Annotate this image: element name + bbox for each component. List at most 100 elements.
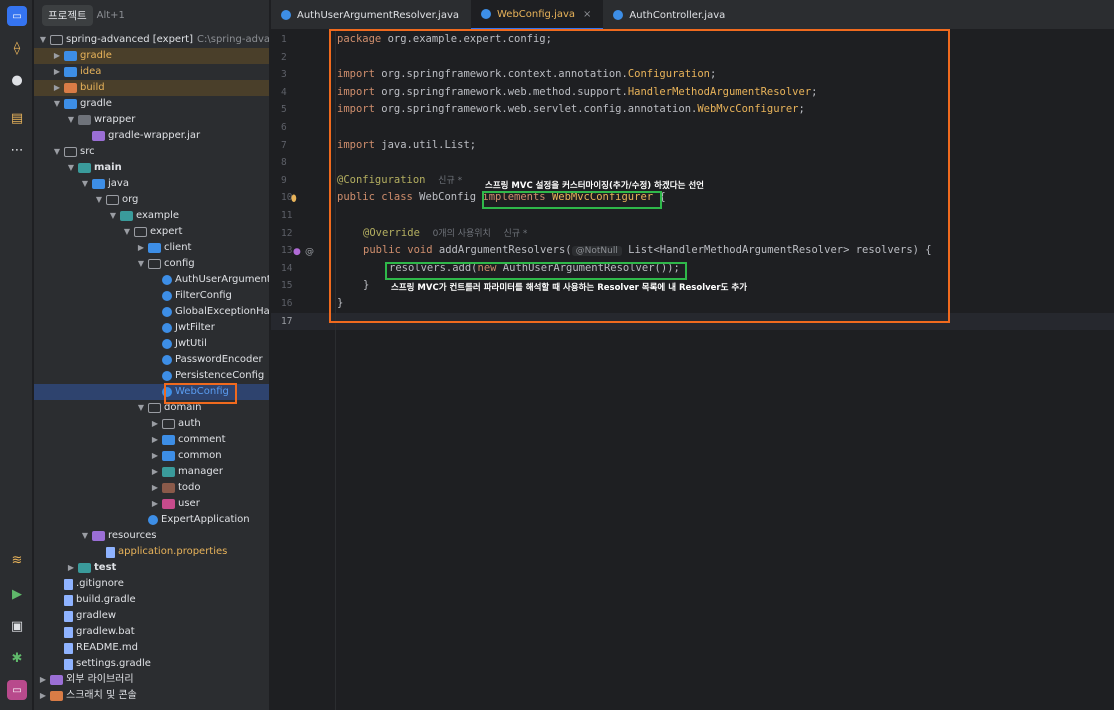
tree-item[interactable]: JwtFilter [34, 320, 269, 336]
tree-item[interactable]: application.properties [34, 544, 269, 560]
tree-item[interactable]: README.md [34, 640, 269, 656]
chevron-down-icon[interactable]: ▼ [38, 32, 48, 48]
tree-item[interactable]: ▼ wrapper [34, 112, 269, 128]
chevron-right-icon[interactable]: ▶ [38, 688, 48, 704]
tree-item[interactable]: settings.gradle [34, 656, 269, 672]
class-icon [281, 10, 291, 20]
chevron-down-icon[interactable]: ▼ [52, 144, 62, 160]
tree-item[interactable]: ▶ 스크래치 및 콘솔 [34, 688, 269, 704]
line-number: 17 [281, 315, 293, 327]
chevron-right-icon[interactable]: ▶ [150, 416, 160, 432]
services-icon[interactable]: ✱ [7, 648, 27, 668]
tree-item[interactable]: AuthUserArgumentR [34, 272, 269, 288]
chevron-down-icon[interactable]: ▼ [122, 224, 132, 240]
tree-item[interactable]: ▼ spring-advanced [expert]C:\spring-advan… [34, 32, 269, 48]
chevron-down-icon[interactable]: ▼ [52, 96, 62, 112]
tree-item[interactable]: ▶ auth [34, 416, 269, 432]
tree-item[interactable]: ▶ todo [34, 480, 269, 496]
tree-item[interactable]: ▶ client [34, 240, 269, 256]
chevron-right-icon[interactable]: ▶ [52, 80, 62, 96]
tree-item[interactable]: ▼ expert [34, 224, 269, 240]
chevron-right-icon[interactable]: ▶ [150, 480, 160, 496]
tree-item[interactable]: build.gradle [34, 592, 269, 608]
database-icon[interactable]: ≋ [7, 550, 27, 570]
chevron-right-icon[interactable]: ▶ [150, 432, 160, 448]
tree-item[interactable]: ▶ gradle [34, 48, 269, 64]
chevron-right-icon[interactable]: ▶ [150, 496, 160, 512]
tree-item[interactable]: ▶ comment [34, 432, 269, 448]
chevron-down-icon[interactable]: ▼ [94, 192, 104, 208]
tree-item[interactable]: ▶ user [34, 496, 269, 512]
tree-item[interactable]: ▶ manager [34, 464, 269, 480]
chevron-down-icon[interactable]: ▼ [80, 528, 90, 544]
chevron-down-icon[interactable]: ▼ [66, 160, 76, 176]
line-number: 11 [281, 210, 293, 221]
commit-icon[interactable]: ⟠ [7, 38, 27, 58]
bean-icon[interactable]: ⬮ [291, 194, 297, 204]
tree-item[interactable]: PasswordEncoder [34, 352, 269, 368]
annotation-icon[interactable]: @ [305, 247, 314, 257]
chevron-down-icon[interactable]: ▼ [136, 256, 146, 272]
tree-item[interactable]: .gitignore [34, 576, 269, 592]
line-number: 3 [281, 69, 287, 81]
tab-auth-controller[interactable]: AuthController.java [603, 0, 737, 30]
chevron-right-icon[interactable]: ▶ [38, 672, 48, 688]
project-panel-title[interactable]: 프로젝트 [42, 4, 93, 26]
line-number: 5 [281, 104, 287, 116]
chevron-right-icon[interactable]: ▶ [150, 448, 160, 464]
tree-item[interactable]: ▶ common [34, 448, 269, 464]
chevron-right-icon[interactable]: ▶ [52, 64, 62, 80]
tab-auth-user-argument-resolver[interactable]: AuthUserArgumentResolver.java [271, 0, 471, 30]
chevron-down-icon[interactable]: ▼ [80, 176, 90, 192]
tab-webconfig[interactable]: WebConfig.java × [471, 0, 604, 30]
tree-item[interactable]: ▼ src [34, 144, 269, 160]
folder-icon [78, 115, 91, 125]
tree-item-label: resources [108, 530, 157, 541]
folder-icon [50, 35, 63, 45]
github-icon[interactable]: ● [7, 70, 27, 90]
tree-item[interactable]: ▼ example [34, 208, 269, 224]
tree-item[interactable]: ▼ gradle [34, 96, 269, 112]
tree-item-label: 스크래치 및 콘솔 [66, 690, 137, 701]
tree-item[interactable]: JwtUtil [34, 336, 269, 352]
folder-icon [162, 499, 175, 509]
chevron-right-icon[interactable]: ▶ [136, 240, 146, 256]
run-icon[interactable]: ▶ [7, 584, 27, 604]
close-icon[interactable]: × [583, 9, 591, 20]
tree-item[interactable]: ▶ build [34, 80, 269, 96]
chevron-down-icon[interactable]: ▼ [136, 400, 146, 416]
class-icon [162, 307, 172, 317]
tree-item[interactable]: ▼ main [34, 160, 269, 176]
plugin-icon[interactable]: ▭ [7, 680, 27, 700]
override-icon[interactable]: ● [293, 247, 301, 257]
tree-item-label: config [164, 258, 195, 269]
tree-item[interactable]: ▼ resources [34, 528, 269, 544]
tree-item[interactable]: gradlew [34, 608, 269, 624]
tree-item[interactable]: ExpertApplication [34, 512, 269, 528]
tree-item[interactable]: ▼ java [34, 176, 269, 192]
chevron-right-icon[interactable]: ▶ [150, 464, 160, 480]
folder-icon [162, 451, 175, 461]
structure-icon[interactable]: ▤ [7, 108, 27, 128]
tree-item[interactable]: ▼ org [34, 192, 269, 208]
tree-item[interactable]: ▶ test [34, 560, 269, 576]
tree-item[interactable]: PersistenceConfig [34, 368, 269, 384]
chevron-down-icon[interactable]: ▼ [108, 208, 118, 224]
tree-item[interactable]: gradlew.bat [34, 624, 269, 640]
more-icon[interactable]: ⋯ [7, 140, 27, 160]
tree-item[interactable]: ▶ 외부 라이브러리 [34, 672, 269, 688]
tree-item[interactable]: gradle-wrapper.jar [34, 128, 269, 144]
terminal-icon[interactable]: ▣ [7, 616, 27, 636]
tree-item[interactable]: FilterConfig [34, 288, 269, 304]
activity-strip: ▭ ⟠ ● ▤ ⋯ ≋ ▶ ▣ ✱ ▭ [0, 0, 33, 710]
tree-item[interactable]: ▶ idea [34, 64, 269, 80]
tree-item[interactable]: ▼ config [34, 256, 269, 272]
tree-item-label: todo [178, 482, 201, 493]
project-tool-icon[interactable]: ▭ [7, 6, 27, 26]
tree-item[interactable]: GlobalExceptionHan [34, 304, 269, 320]
chevron-right-icon[interactable]: ▶ [66, 560, 76, 576]
chevron-right-icon[interactable]: ▶ [52, 48, 62, 64]
chevron-down-icon[interactable]: ▼ [66, 112, 76, 128]
line-number: 10 [281, 192, 293, 204]
code-editor[interactable]: 1 2 3 4 5 6 7 8 9 10 11 12 13 14 15 16 17 ⬮ ● @ package … [271, 29, 1114, 710]
